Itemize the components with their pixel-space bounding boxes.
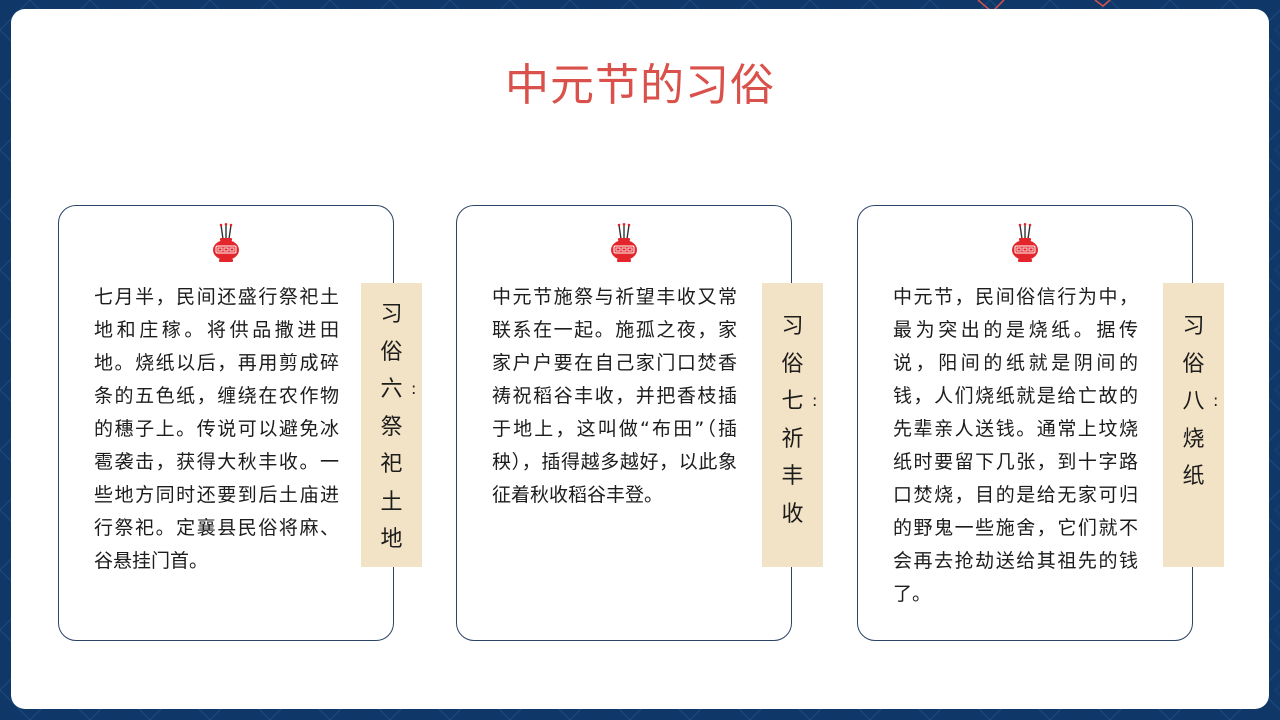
label-char: 祀: [380, 452, 403, 477]
label-text: 习 俗 六 祭 祀 土 地: [361, 296, 422, 559]
label-custom-seven: 习 俗 七 祈 丰 收 :: [762, 283, 823, 567]
label-char: 习: [781, 314, 804, 339]
label-char: 土: [380, 489, 403, 515]
incense-burner-icon: [1012, 223, 1038, 262]
custom-card-seven: 中元节施祭与祈望丰收又常联系在一起。施孤之夜，家家户户要在自己家门口焚香祷祝稻谷…: [456, 205, 792, 641]
label-colon: :: [812, 391, 818, 410]
label-char: 地: [380, 527, 403, 552]
label-char: 习: [1182, 314, 1205, 339]
custom-card-six: 七月半，民间还盛行祭祀土地和庄稼。将供品撒进田地。烧纸以后，再用剪成碎条的五色纸…: [58, 205, 394, 641]
label-char: 烧: [1182, 426, 1205, 452]
label-char: 俗: [781, 351, 804, 377]
incense-burner-icon: [611, 223, 637, 262]
label-colon: :: [411, 379, 417, 398]
card-body-text: 中元节，民间俗信行为中，最为突出的是烧纸。据传说，阳间的纸就是阴间的钱，人们烧纸…: [893, 286, 1138, 605]
label-char: 俗: [1182, 351, 1205, 377]
page-title: 中元节的习俗: [505, 60, 775, 111]
label-char: 纸: [1182, 464, 1205, 489]
custom-card-eight: 中元节，民间俗信行为中，最为突出的是烧纸。据传说，阳间的纸就是阴间的钱，人们烧纸…: [857, 205, 1193, 641]
label-char: 习: [380, 302, 403, 327]
card-body-text: 七月半，民间还盛行祭祀土地和庄稼。将供品撒进田地。烧纸以后，再用剪成碎条的五色纸…: [94, 286, 339, 572]
incense-burner-icon: [213, 223, 239, 262]
label-char: 祈: [781, 426, 804, 452]
label-char: 收: [781, 501, 804, 527]
card-body-text: 中元节施祭与祈望丰收又常联系在一起。施孤之夜，家家户户要在自己家门口焚香祷祝稻谷…: [492, 286, 737, 506]
label-colon: :: [1213, 391, 1219, 410]
label-char: 俗: [380, 339, 403, 365]
label-custom-eight: 习 俗 八 烧 纸 :: [1163, 283, 1224, 567]
label-char: 祭: [380, 414, 403, 440]
label-custom-six: 习 俗 六 祭 祀 土 地 :: [361, 283, 422, 567]
label-text: 习 俗 七 祈 丰 收: [762, 308, 823, 533]
label-char: 丰: [781, 464, 804, 489]
